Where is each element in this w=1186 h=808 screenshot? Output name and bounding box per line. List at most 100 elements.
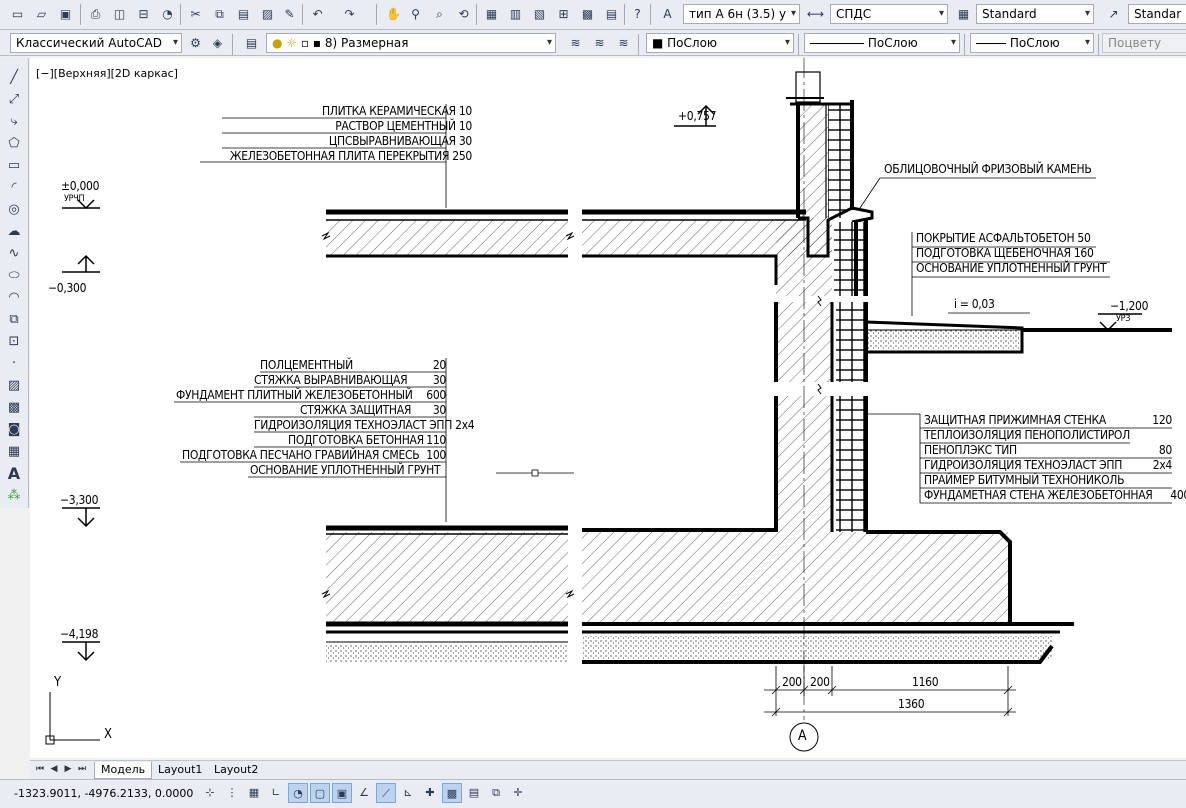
point-icon[interactable]: ·	[4, 354, 24, 374]
color-select[interactable]: ■ ПоСлою ▾	[646, 33, 794, 53]
make-block-icon[interactable]: ⊡	[4, 332, 24, 352]
region-icon[interactable]: ◙	[4, 420, 24, 440]
3d-print-icon[interactable]: ◔	[158, 5, 177, 24]
floor-layer-value-6: 110	[426, 433, 446, 447]
paste-icon[interactable]: ▤	[234, 5, 253, 24]
tool-palettes-icon[interactable]: ▧	[530, 5, 549, 24]
grip-point[interactable]	[531, 469, 539, 477]
calculator-icon[interactable]: ▤	[602, 5, 621, 24]
construction-line-icon[interactable]: ⤢	[4, 90, 24, 110]
markup-icon[interactable]: ▩	[578, 5, 597, 24]
polyline-icon[interactable]: ⤷	[4, 112, 24, 132]
gradient-icon[interactable]: ▩	[4, 398, 24, 418]
ellipse-icon[interactable]: ⬭	[4, 266, 24, 286]
sun-icon[interactable]: ☼	[286, 36, 297, 50]
tab-layout2[interactable]: Layout2	[208, 762, 264, 778]
print-icon[interactable]: ⎙	[86, 5, 105, 24]
floor-layer-name-4: СТЯЖКА ЗАЩИТНАЯ	[300, 403, 412, 417]
insert-block-icon[interactable]: ⧉	[4, 310, 24, 330]
coordinates-readout[interactable]: -1323.9011, -4976.2133, 0.0000	[14, 787, 193, 800]
dyn-icon[interactable]: ⊾	[398, 783, 418, 803]
hatch-icon[interactable]: ▨	[4, 376, 24, 396]
copy-icon[interactable]: ⧉	[210, 5, 229, 24]
arc-icon[interactable]: ◜	[4, 178, 24, 198]
pan-icon[interactable]: ✋	[384, 5, 403, 24]
3d-osnap-icon[interactable]: ▣	[332, 783, 352, 803]
workspace-select[interactable]: Классический AutoCAD ▾	[10, 33, 182, 53]
annotation-monitor-icon[interactable]: ✛	[508, 783, 528, 803]
wall-layer-name-2: ТЕПЛОИЗОЛЯЦИЯ ПЕНОПОЛИСТИРОЛ	[924, 428, 1130, 442]
lightbulb-icon[interactable]: ●	[272, 36, 282, 50]
redo-icon[interactable]: ↷	[340, 5, 359, 24]
layer-select[interactable]: ● ☼ ▫ ▪ 8) Размерная ▾	[266, 33, 556, 53]
help-icon[interactable]: ?	[628, 5, 647, 24]
mleader-style-icon[interactable]: ↗	[1104, 5, 1123, 24]
table-style-select[interactable]: Standard ▾	[976, 4, 1094, 24]
otrack-icon[interactable]: ∠	[354, 783, 374, 803]
viewport-controls[interactable]: [−][Верхняя][2D каркас]	[36, 67, 178, 80]
osnap-icon[interactable]: ▢	[310, 783, 330, 803]
polygon-icon[interactable]: ⬠	[4, 134, 24, 154]
snap-icon[interactable]: ⋮	[222, 783, 242, 803]
open-icon[interactable]: ▱	[32, 5, 51, 24]
next-tab-icon[interactable]: ▶	[62, 763, 74, 776]
tab-layout1[interactable]: Layout1	[152, 762, 208, 778]
make-current-layer-icon[interactable]: ≋	[566, 34, 585, 53]
layer-state-icon[interactable]: ≋	[614, 34, 633, 53]
ducs-icon[interactable]: ⟋	[376, 783, 396, 803]
preview-icon[interactable]: ◫	[110, 5, 129, 24]
circle-icon[interactable]: ◎	[4, 200, 24, 220]
line-icon[interactable]: ╱	[4, 68, 24, 88]
design-center-icon[interactable]: ▥	[506, 5, 525, 24]
floor-layer-name-7: ПОДГОТОВКА ПЕСЧАНО ГРАВИЙНАЯ СМЕСЬ	[182, 448, 420, 462]
mleader-style-select[interactable]: Standar	[1128, 4, 1186, 24]
last-tab-icon[interactable]: ⏭	[76, 763, 88, 776]
dim-style-select[interactable]: СПДС ▾	[830, 4, 948, 24]
wall-layer-value-3: 80	[1158, 443, 1172, 457]
drawing-canvas[interactable]: [−][Верхняя][2D каркас] ПЛИТКА КЕРАМИЧЕС…	[30, 58, 1186, 758]
revision-cloud-icon[interactable]: ☁	[4, 222, 24, 242]
selection-cycling-icon[interactable]: ⧉	[486, 783, 506, 803]
properties-icon[interactable]: ▦	[482, 5, 501, 24]
tab-model[interactable]: Модель	[94, 762, 153, 779]
workspace-save-icon[interactable]: ◈	[208, 34, 227, 53]
sheet-set-icon[interactable]: ⊞	[554, 5, 573, 24]
multiline-text-icon[interactable]: A	[4, 464, 24, 484]
spline-icon[interactable]: ∿	[4, 244, 24, 264]
table-icon[interactable]: ▦	[4, 442, 24, 462]
add-selected-icon[interactable]: ⁂	[4, 486, 24, 506]
match-properties-icon[interactable]: ▨	[258, 5, 277, 24]
table-style-icon[interactable]: ▦	[954, 5, 973, 24]
block-editor-icon[interactable]: ✎	[280, 5, 299, 24]
grid-icon[interactable]: ▦	[244, 783, 264, 803]
gear-icon[interactable]: ⚙	[186, 34, 205, 53]
undo-icon[interactable]: ↶	[308, 5, 327, 24]
unlock-icon[interactable]: ▫	[301, 36, 309, 50]
first-tab-icon[interactable]: ⏮	[34, 763, 46, 776]
linetype-select[interactable]: ПоСлою ▾	[804, 33, 960, 53]
lineweight-icon[interactable]: ✚	[420, 783, 440, 803]
rectangle-icon[interactable]: ▭	[4, 156, 24, 176]
transparency-icon[interactable]: ▩	[442, 783, 462, 803]
polar-icon[interactable]: ◔	[288, 783, 308, 803]
zoom-window-icon[interactable]: ⌕	[430, 5, 449, 24]
ortho-icon[interactable]: ∟	[266, 783, 286, 803]
publish-icon[interactable]: ⊟	[134, 5, 153, 24]
infer-constraints-icon[interactable]: ⊹	[200, 783, 220, 803]
ellipse-arc-icon[interactable]: ◠	[4, 288, 24, 308]
text-style-icon[interactable]: A	[658, 5, 677, 24]
lock-icon[interactable]: ▪	[313, 36, 321, 50]
zoom-previous-icon[interactable]: ⟲	[454, 5, 473, 24]
cut-icon[interactable]: ✂	[186, 5, 205, 24]
dim-style-icon[interactable]: ⟷	[806, 5, 825, 24]
lineweight-select[interactable]: ПоСлою ▾	[970, 33, 1094, 53]
new-icon[interactable]: ▭	[8, 5, 27, 24]
prev-tab-icon[interactable]: ◀	[48, 763, 60, 776]
save-icon[interactable]: ▣	[56, 5, 75, 24]
zoom-realtime-icon[interactable]: ⚲	[406, 5, 425, 24]
ucs-icon	[45, 692, 100, 745]
text-style-select[interactable]: тип А 6н (3.5) у ▾	[683, 4, 800, 24]
layer-properties-icon[interactable]: ▤	[242, 34, 261, 53]
quick-properties-icon[interactable]: ▤	[464, 783, 484, 803]
layer-previous-icon[interactable]: ≋	[590, 34, 609, 53]
